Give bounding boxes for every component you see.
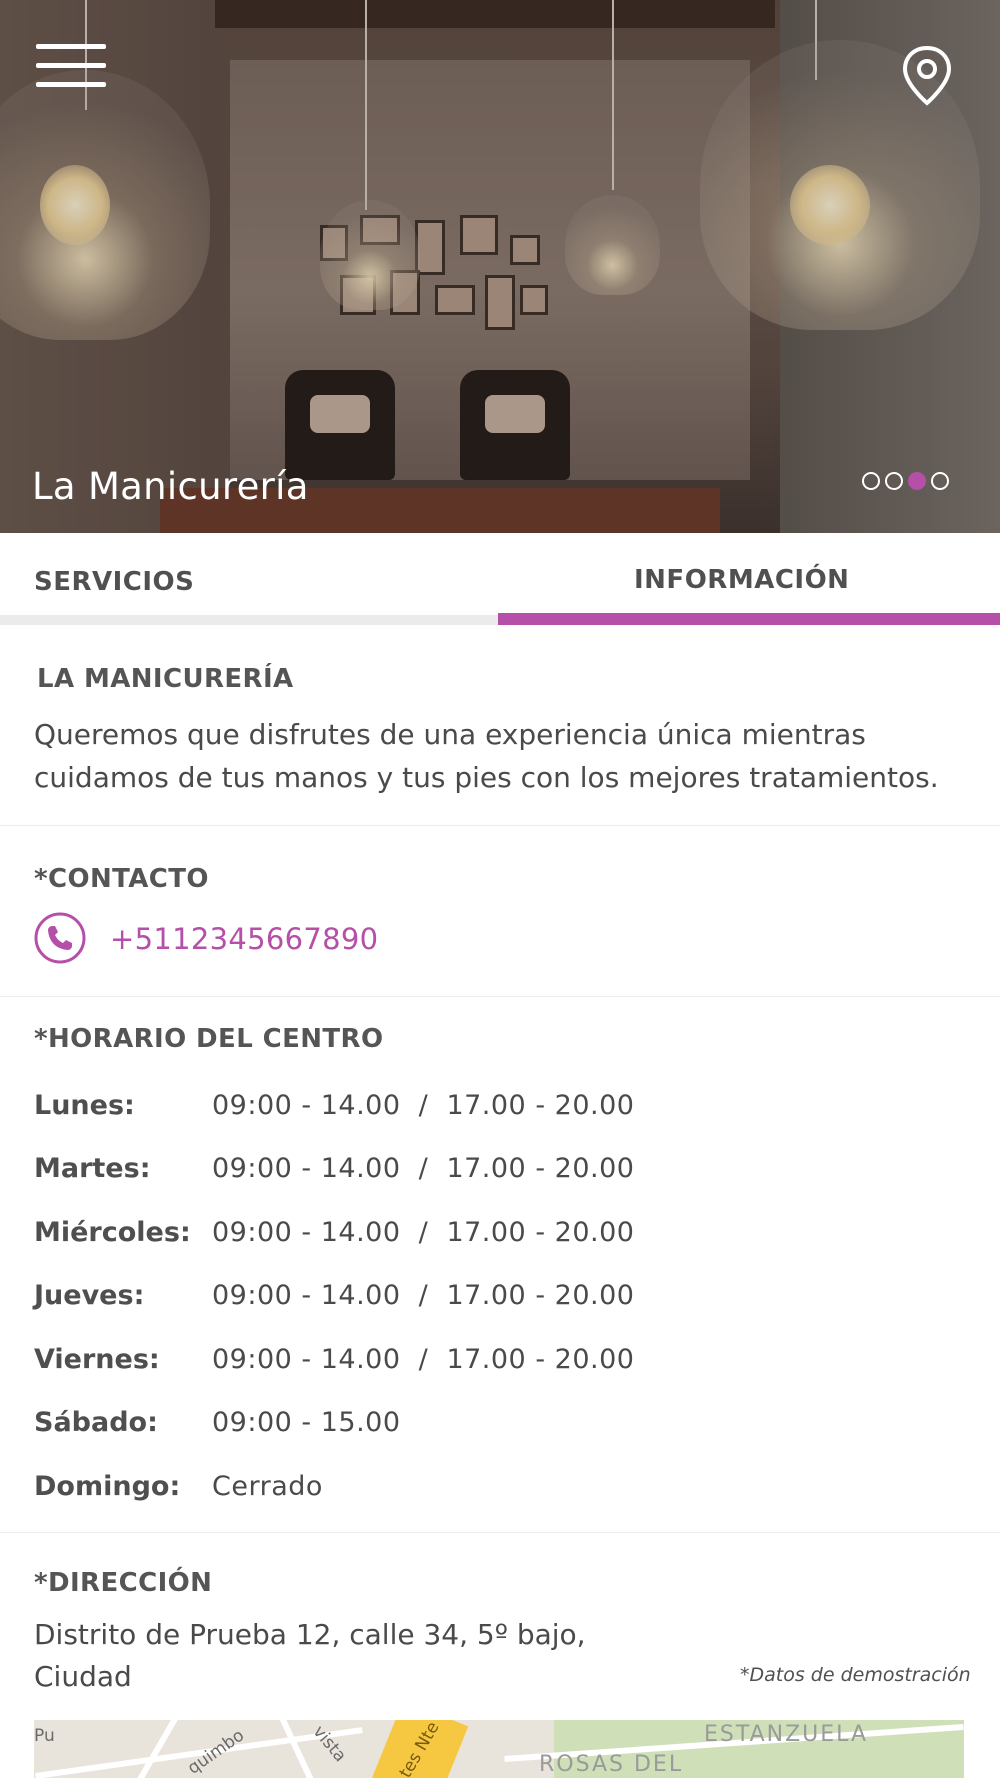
hours-row: Jueves: 09:00 - 14.00 / 17.00 - 20.00 [34,1280,934,1320]
hours-title: *HORARIO DEL CENTRO [34,1024,384,1054]
about-title: LA MANICURERÍA [37,664,294,694]
hamburger-menu-icon[interactable] [36,44,106,94]
address-text: Distrito de Prueba 12, calle 34, 5º bajo… [34,1614,654,1698]
carousel-dot[interactable] [885,472,903,490]
hours-time: 09:00 - 15.00 [212,1407,401,1438]
tab-servicios[interactable]: SERVICIOS [0,533,498,625]
hours-time: 09:00 - 14.00 / 17.00 - 20.00 [212,1280,635,1311]
address-line-2: Ciudad [34,1660,132,1693]
contact-title: *CONTACTO [34,864,209,894]
map-label: Pu [34,1726,55,1746]
phone-icon[interactable] [34,912,86,964]
hours-day: Jueves: [34,1280,145,1311]
hours-time: 09:00 - 14.00 / 17.00 - 20.00 [212,1153,635,1184]
location-pin-icon[interactable] [900,44,954,108]
phone-number-link[interactable]: +5112345667890 [110,922,378,956]
hours-time: 09:00 - 14.00 / 17.00 - 20.00 [212,1217,635,1248]
hours-day: Sábado: [34,1407,158,1438]
hours-day: Miércoles: [34,1217,191,1248]
tab-informacion[interactable]: INFORMACIÓN [498,533,1000,625]
carousel-pagination [862,472,949,490]
section-divider [0,996,1000,997]
demo-data-note: *Datos de demostración [740,1664,971,1686]
hours-day: Lunes: [34,1090,135,1121]
hours-time: 09:00 - 14.00 / 17.00 - 20.00 [212,1344,635,1375]
hero-title: La Manicurería [32,465,309,508]
hours-row: Miércoles: 09:00 - 14.00 / 17.00 - 20.00 [34,1217,934,1257]
carousel-dot[interactable] [862,472,880,490]
address-title: *DIRECCIÓN [34,1568,213,1598]
map-road [134,1720,180,1778]
hours-row: Domingo: Cerrado [34,1471,934,1511]
hero-image-carousel[interactable]: La Manicurería [0,0,1000,533]
hero-photo-overlay [0,0,1000,533]
hours-row: Viernes: 09:00 - 14.00 / 17.00 - 20.00 [34,1344,934,1384]
map-label: ROSAS DEL [539,1752,684,1777]
hours-day: Martes: [34,1153,151,1184]
tab-indicator [0,615,498,625]
section-divider [0,825,1000,826]
hours-row: Lunes: 09:00 - 14.00 / 17.00 - 20.00 [34,1090,934,1130]
hours-row: Sábado: 09:00 - 15.00 [34,1407,934,1447]
about-description: Queremos que disfrutes de una experienci… [34,718,939,794]
tab-label: SERVICIOS [34,567,195,597]
carousel-dot-active[interactable] [908,472,926,490]
hours-time: Cerrado [212,1471,323,1502]
carousel-dot[interactable] [931,472,949,490]
address-line-1: Distrito de Prueba 12, calle 34, 5º bajo… [34,1618,586,1651]
map-label: ESTANZUELA [704,1722,868,1747]
hours-row: Martes: 09:00 - 14.00 / 17.00 - 20.00 [34,1153,934,1193]
hours-day: Viernes: [34,1344,160,1375]
tab-label: INFORMACIÓN [634,565,850,595]
section-divider [0,1532,1000,1533]
tab-indicator-active [498,613,1000,625]
map-road [277,1720,317,1778]
hours-time: 09:00 - 14.00 / 17.00 - 20.00 [212,1090,635,1121]
tab-bar: SERVICIOS INFORMACIÓN [0,533,1000,625]
hours-day: Domingo: [34,1471,181,1502]
location-map[interactable]: Pu quimbo vista tes Nte ESTANZUELA ROSAS… [34,1720,964,1778]
